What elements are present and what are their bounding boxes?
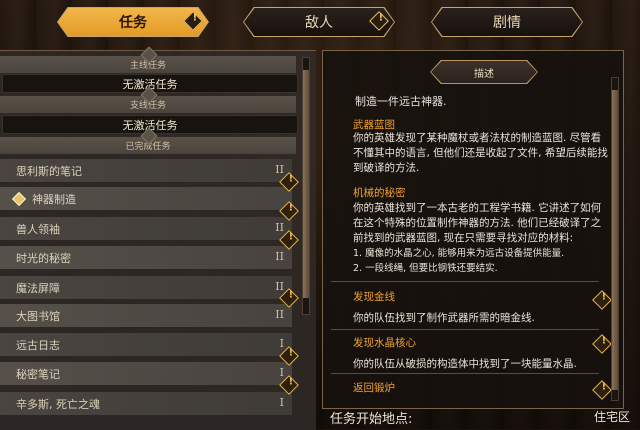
tab-story[interactable]: 剧情: [432, 8, 582, 36]
completed-quest-header: 已完成任务: [0, 137, 296, 154]
tab-quests-label: 任务: [119, 15, 147, 31]
quest-label: 魔法屏障: [16, 281, 60, 295]
section-line: 你的队伍从破损的构造体中找到了一块能量水晶.: [353, 358, 577, 370]
tab-quests[interactable]: 任务: [58, 8, 208, 36]
quest-label: 辛多斯, 死亡之魂: [16, 397, 100, 411]
alert-icon: [592, 334, 612, 354]
section-line: 在这个特殊的位置制作神器的方法. 他们已经破译了之: [353, 217, 602, 229]
quest-label: 秘密笔记: [16, 367, 60, 381]
description-tab[interactable]: 描述: [431, 61, 537, 83]
quest-level: II: [275, 308, 284, 321]
quest-label: 兽人领袖: [16, 222, 60, 236]
quest-row-selected[interactable]: 神器制造: [0, 187, 292, 211]
quest-summary: 制造一件远古神器.: [355, 95, 447, 108]
quest-row[interactable]: 秘密笔记 I: [0, 362, 292, 386]
alert-icon: [592, 380, 612, 400]
tab-enemies[interactable]: 敌人: [244, 8, 394, 36]
quest-level: I: [279, 366, 284, 379]
section-title: 发现金线: [353, 291, 395, 303]
quest-row[interactable]: 辛多斯, 死亡之魂 I: [0, 392, 292, 416]
section-line: 你的英雄找到了一本古老的工程学书籍. 它讲述了如何: [353, 202, 602, 214]
quest-row[interactable]: 大图书馆 II: [0, 304, 292, 328]
selected-marker-icon: [11, 191, 27, 206]
section-line: 2. 一段线绳, 但要比钢铁还要结实.: [353, 263, 498, 274]
quest-label: 神器制造: [32, 192, 76, 206]
quest-start-location: 住宅区: [594, 410, 631, 424]
description-scroll-thumb[interactable]: [612, 90, 618, 390]
section-title: 机械的秘密: [353, 187, 406, 199]
quest-start-label: 任务开始地点:: [330, 412, 413, 427]
alert-icon: [592, 290, 612, 310]
quest-label: 思利斯的笔记: [16, 164, 82, 178]
divider: [331, 281, 599, 282]
description-scrollbar[interactable]: [611, 77, 619, 401]
quest-level: II: [275, 163, 284, 176]
quest-level: I: [279, 396, 284, 409]
section-line: 你的英雄发现了某种魔杖或者法杖的制造蓝图. 尽管看: [353, 132, 602, 144]
section-line: 到破译的方法.: [353, 162, 420, 174]
quest-level: II: [275, 250, 284, 263]
quest-row[interactable]: 远古日志 I: [0, 333, 292, 357]
quest-label: 大图书馆: [16, 309, 60, 323]
quest-label: 时光的秘密: [16, 251, 71, 265]
section-line: 你的队伍找到了制作武器所需的暗金线.: [353, 312, 535, 324]
quest-list-panel: 主线任务 无激活任务 支线任务 无激活任务 已完成任务 思利斯的笔记 II 神器…: [0, 50, 316, 430]
alert-icon: [369, 11, 389, 31]
quest-list-scrollbar[interactable]: [302, 57, 310, 315]
quest-row[interactable]: 兽人领袖 II: [0, 217, 292, 241]
tab-story-label: 剧情: [493, 15, 521, 31]
side-quest-header: 支线任务: [0, 96, 296, 113]
section-title: 返回锻炉: [353, 382, 395, 394]
quest-level: II: [275, 280, 284, 293]
divider: [331, 373, 599, 374]
quest-label: 远古日志: [16, 338, 60, 352]
section-title: 武器蓝图: [353, 119, 395, 131]
section-line: 不懂其中的语言, 但他们还是收起了文件, 希望后续能找: [353, 147, 608, 159]
quest-row[interactable]: 魔法屏障 II: [0, 276, 292, 300]
section-line: 前找到的武器蓝图, 现在只需要寻找对应的材料:: [353, 232, 574, 244]
quest-level: I: [279, 337, 284, 350]
divider: [331, 329, 599, 330]
main-quest-header: 主线任务: [0, 56, 296, 73]
description-panel: 描述 制造一件远古神器. 武器蓝图 你的英雄发现了某种魔杖或者法杖的制造蓝图. …: [322, 50, 624, 409]
section-line: 1. 魔像的水晶之心, 能够用来为远古设备提供能量.: [353, 248, 565, 259]
section-title: 发现水晶核心: [353, 337, 416, 349]
alert-icon: [183, 11, 203, 31]
quest-row[interactable]: 时光的秘密 II: [0, 246, 292, 270]
quest-list-scroll-thumb[interactable]: [303, 70, 309, 298]
quest-level: II: [275, 221, 284, 234]
tab-enemies-label: 敌人: [305, 15, 333, 31]
quest-row[interactable]: 思利斯的笔记 II: [0, 159, 292, 183]
